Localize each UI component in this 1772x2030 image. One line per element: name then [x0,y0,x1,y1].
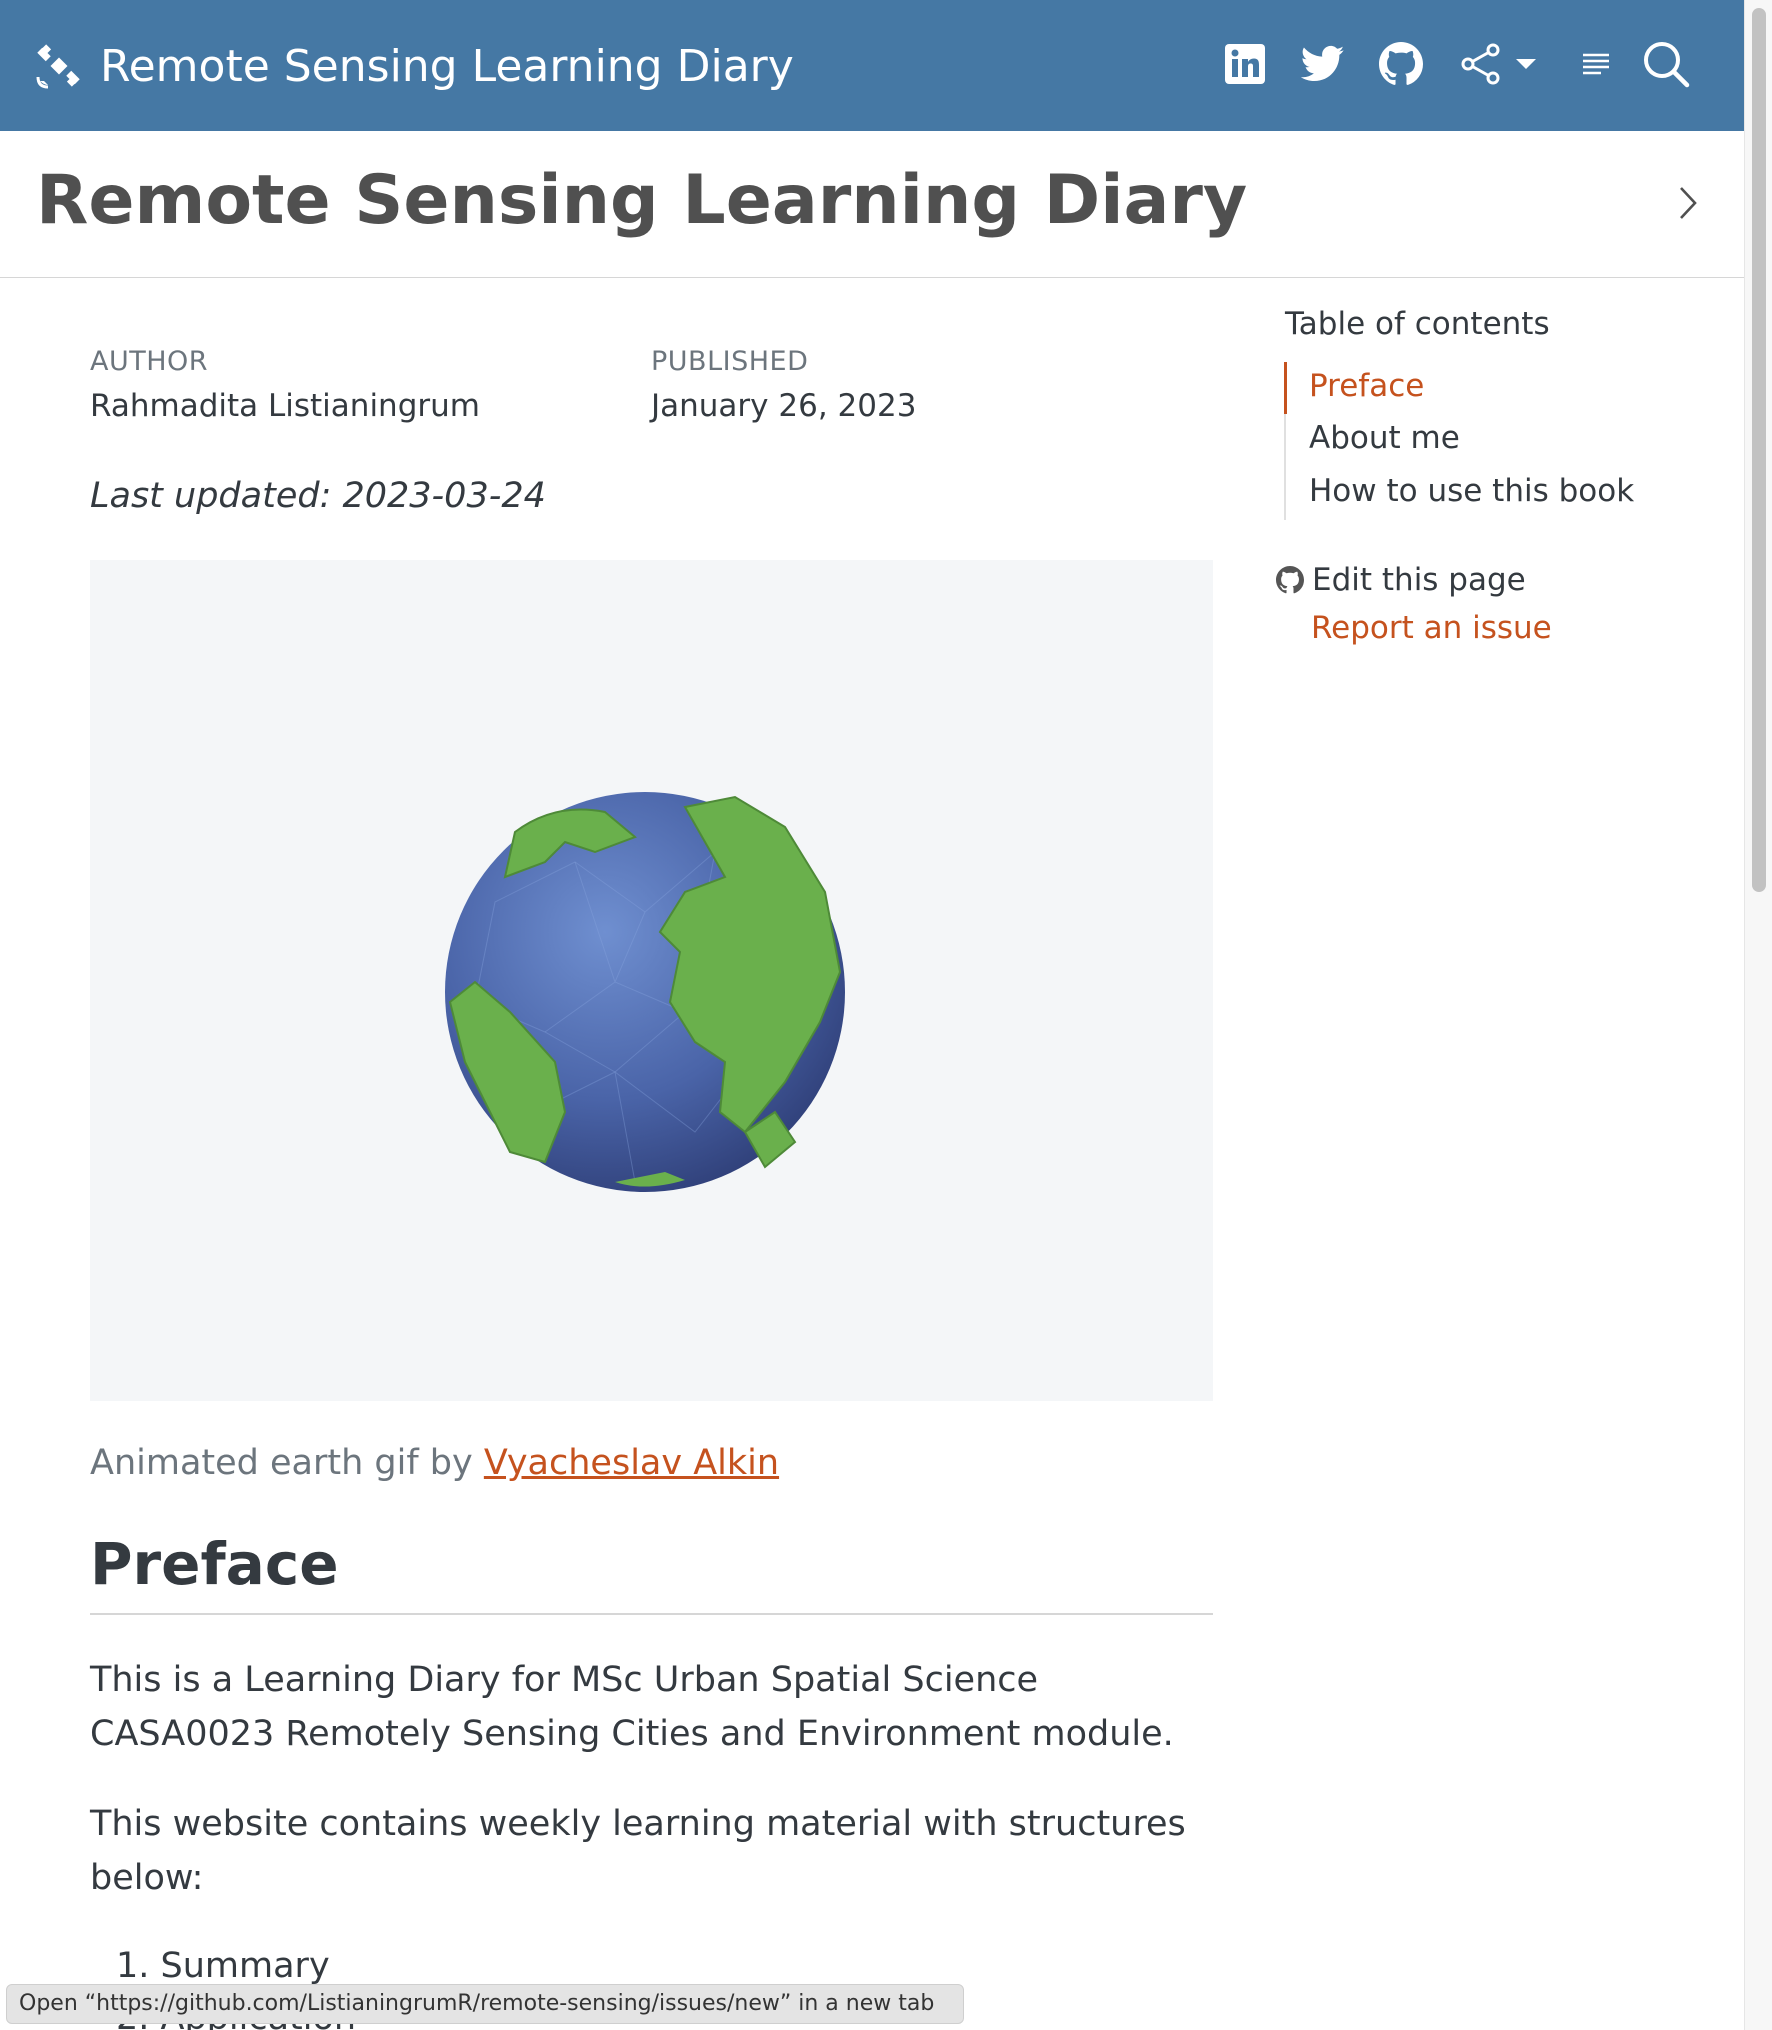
github-icon[interactable] [1375,36,1427,92]
share-menu-button[interactable] [1453,36,1543,92]
chevron-right-icon [1680,187,1697,219]
section-divider [90,1613,1213,1615]
author-label: AUTHOR [90,346,209,377]
chevron-down-icon [1516,59,1536,69]
preface-paragraph-1: This is a Learning Diary for MSc Urban S… [90,1660,1174,1754]
author-name: Rahmadita Listianingrum [90,388,480,424]
share-icon [1461,43,1500,85]
report-issue-link[interactable]: Report an issue [1311,610,1552,646]
published-date: January 26, 2023 [651,388,917,424]
published-label: PUBLISHED [651,346,809,377]
preface-paragraph-2: This website contains weekly learning ma… [90,1804,1186,1898]
reader-mode-icon[interactable] [1570,36,1622,92]
last-updated: Last updated: 2023-03-24 [90,476,546,516]
toc-active-indicator [1284,362,1287,414]
search-icon[interactable] [1640,36,1692,92]
page-title: Remote Sensing Learning Diary [36,161,1248,240]
toc-item-preface[interactable]: Preface [1309,368,1424,404]
toc-title: Table of contents [1285,306,1550,342]
twitter-icon[interactable] [1297,36,1349,92]
brand-title: Remote Sensing Learning Diary [100,40,794,92]
edit-page-label: Edit this page [1312,562,1526,598]
earth-figure [90,560,1213,1401]
scrollbar-thumb[interactable] [1752,8,1766,892]
earth-globe-image [445,792,845,1192]
edit-page-link[interactable]: Edit this page [1276,562,1526,598]
sidebar-toggle-button[interactable] [1664,179,1712,227]
figure-caption: Animated earth gif by Vyacheslav Alkin [90,1443,779,1483]
navbar-brand[interactable]: Remote Sensing Learning Diary [34,34,794,98]
satellite-icon [36,44,80,89]
section-heading-preface: Preface [90,1530,339,1598]
linkedin-icon[interactable] [1219,36,1271,92]
top-navbar: Remote Sensing Learning Diary [0,0,1744,131]
caption-prefix: Animated earth gif by [90,1443,484,1483]
toc-item-about-me[interactable]: About me [1309,420,1460,456]
link-status-bar: Open “https://github.com/ListianingrumR/… [6,1984,964,2024]
title-bar: Remote Sensing Learning Diary [0,131,1744,278]
toc-item-how-to-use[interactable]: How to use this book [1309,473,1634,509]
caption-author-link[interactable]: Vyacheslav Alkin [484,1443,779,1483]
list-item: 1. Summary [116,1946,330,1986]
github-icon [1276,566,1304,594]
